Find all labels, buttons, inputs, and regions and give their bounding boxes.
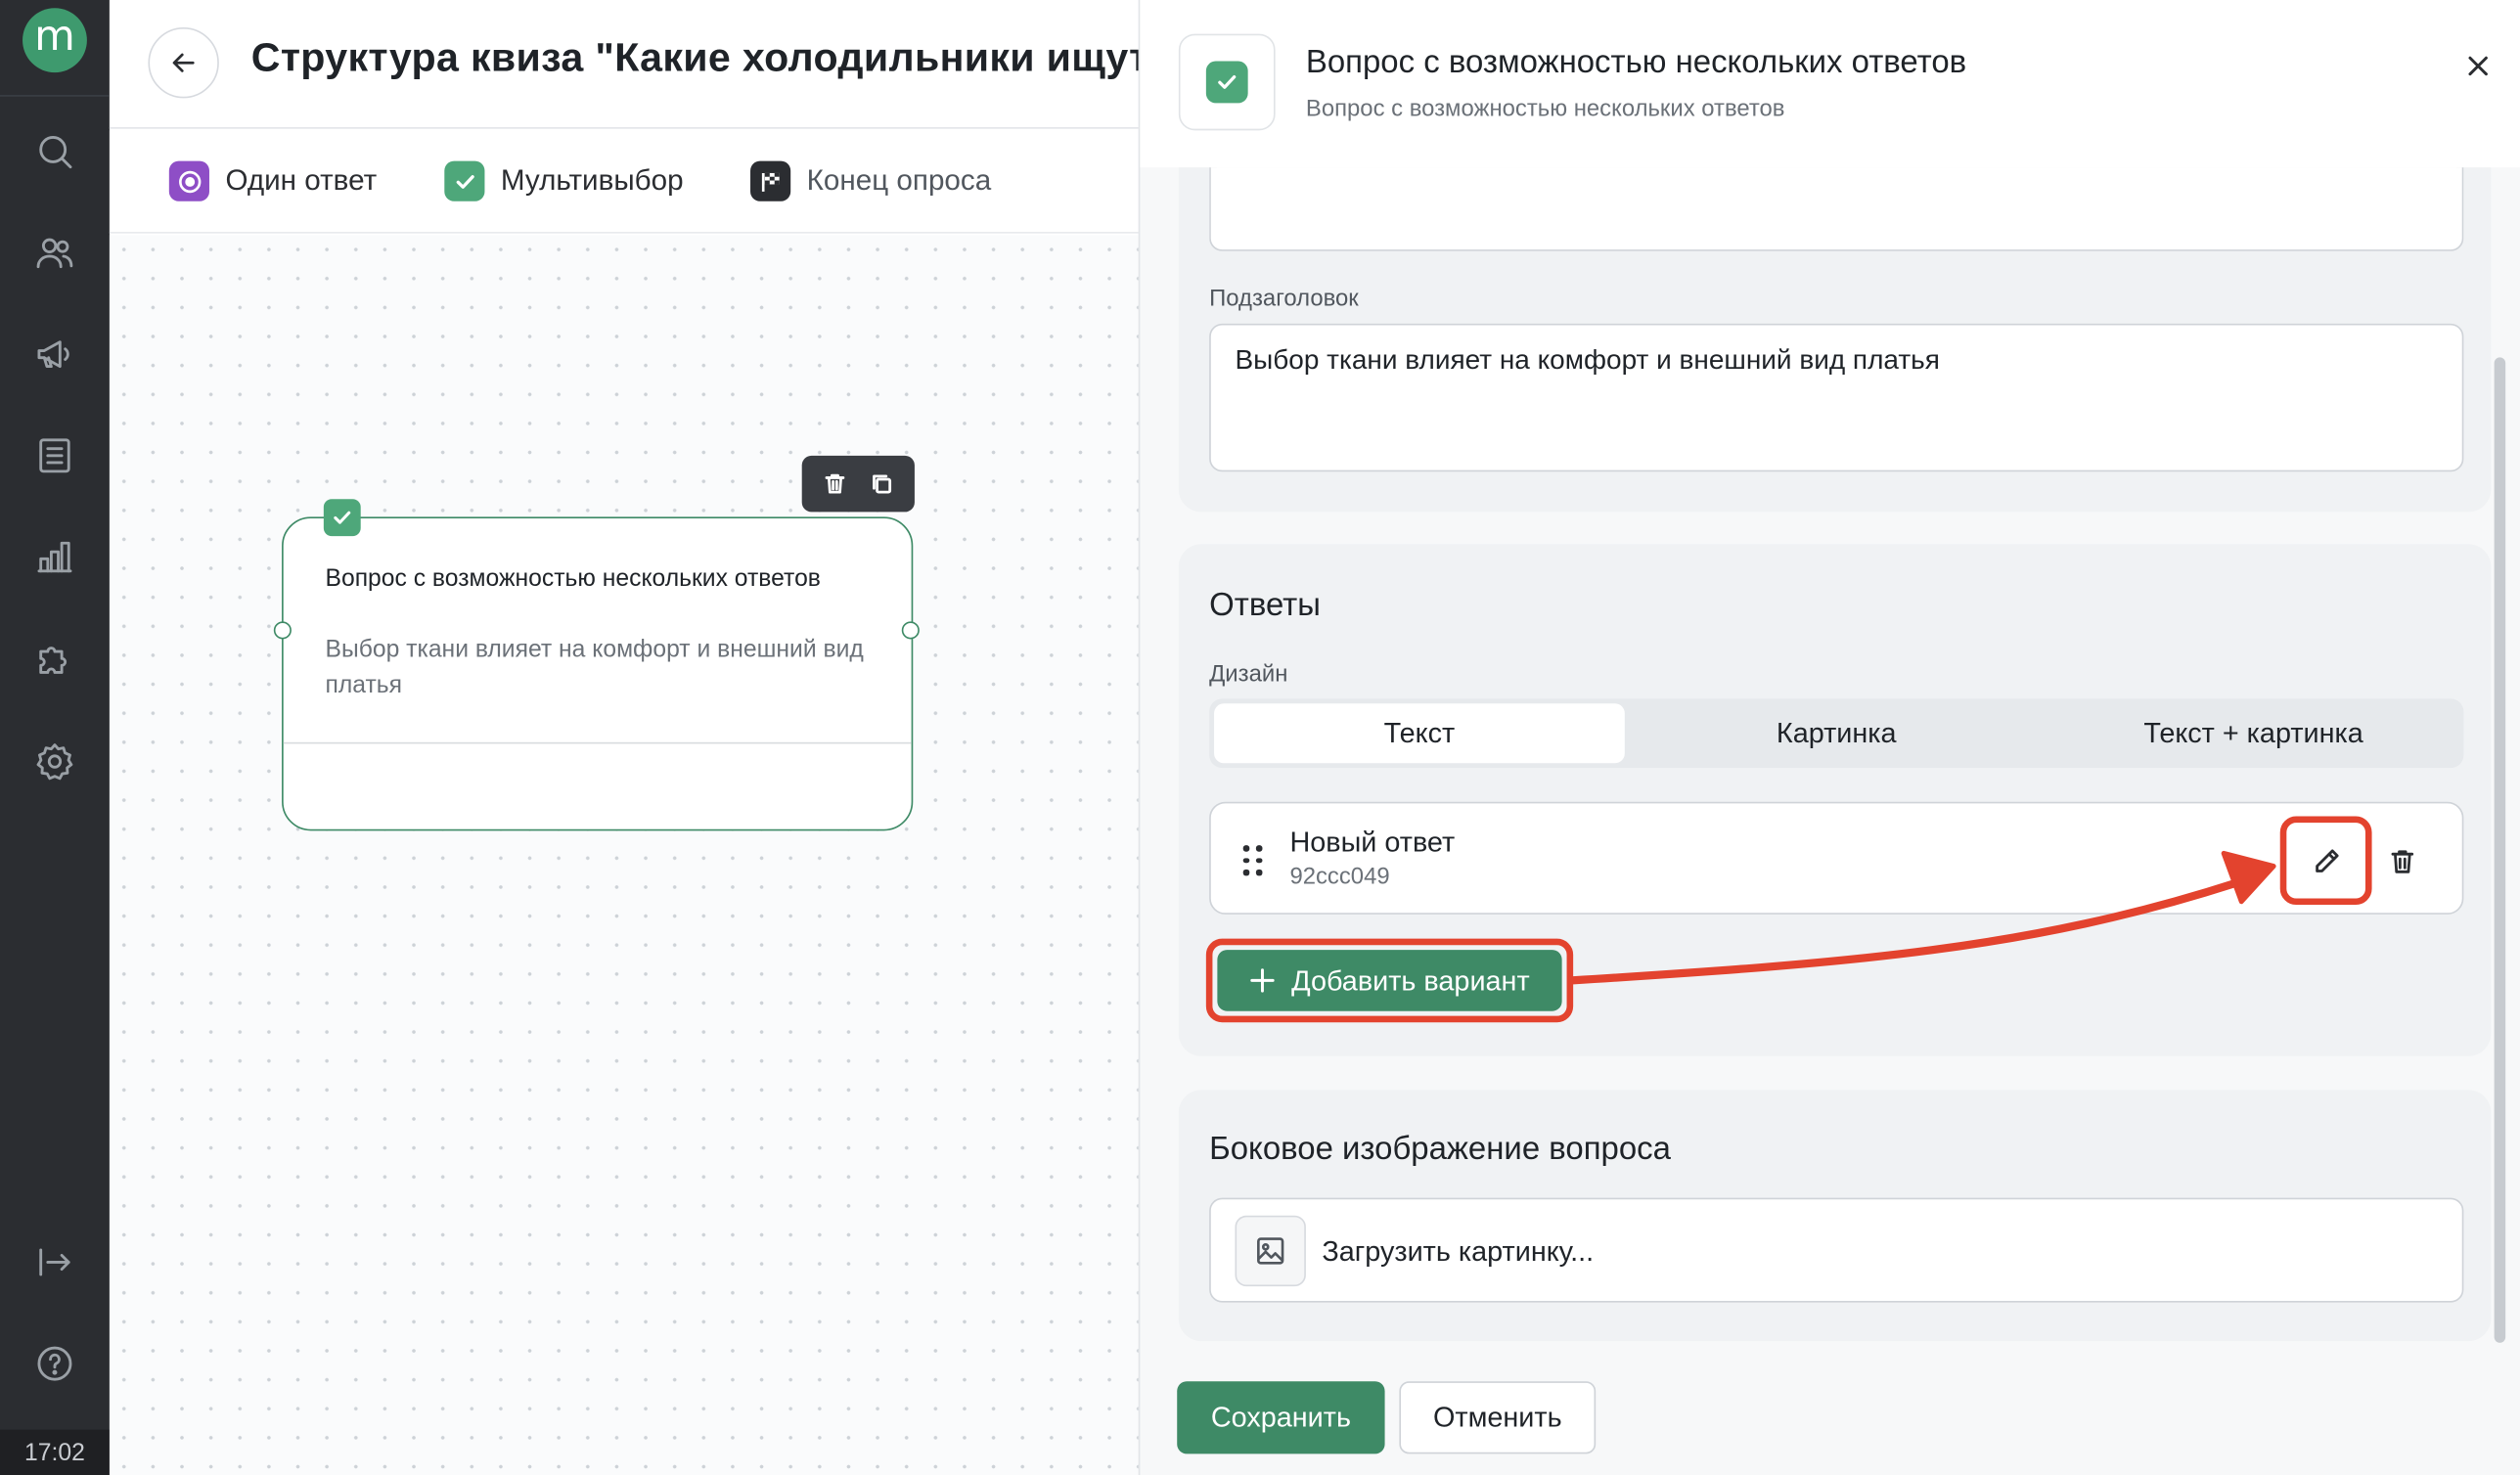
tool-multi-select[interactable]: Мультивыбор [444,160,684,201]
add-variant-highlight: Добавить вариант [1205,938,1574,1023]
tool-single-answer[interactable]: Один ответ [168,160,378,201]
save-button[interactable]: Сохранить [1177,1381,1385,1454]
gear-icon[interactable] [30,738,78,785]
title-field[interactable] [1209,167,2464,251]
node-actions [801,455,915,513]
logout-icon[interactable] [30,1238,78,1286]
question-card: Подзаголовок Выбор ткани влияет на комфо… [1178,167,2492,513]
tool-label: Один ответ [225,163,378,197]
panel-header: Вопрос с возможностью нескольких ответов… [1140,0,2520,168]
checkbox-icon [323,499,361,537]
trash-icon [2391,850,2414,873]
subheading-field[interactable]: Выбор ткани влияет на комфорт и внешний … [1209,323,2464,472]
subheading-label: Подзаголовок [1209,286,1359,313]
help-icon[interactable] [30,1339,78,1387]
upload-label: Загрузить картинку... [1322,1234,1595,1268]
design-label: Дизайн [1209,661,1288,688]
checkbox-icon [444,160,485,201]
node-handle-left[interactable] [273,621,292,640]
back-button[interactable] [148,26,219,99]
tool-label: Конец опроса [806,163,992,197]
node-title: Вопрос с возможностью нескольких ответов [325,564,821,593]
radio-icon [168,160,209,201]
drag-handle-icon[interactable] [1242,845,1263,877]
image-icon [1235,1215,1306,1287]
node-divider [283,741,912,744]
arrow-left-icon [172,53,195,72]
add-variant-label: Добавить вариант [1291,963,1530,997]
trash-icon[interactable] [823,471,847,496]
design-option-text[interactable]: Текст [1214,703,1625,764]
design-option-image[interactable]: Картинка [1631,703,2042,763]
plus-icon [1250,968,1275,993]
design-option-text-image[interactable]: Текст + картинка [2048,703,2459,763]
node-handle-right[interactable] [901,621,920,640]
node-subtitle: Выбор ткани влияет на комфорт и внешний … [325,636,864,699]
close-button[interactable] [2460,48,2496,83]
answer-id: 92ccc049 [1289,864,1390,891]
sidebar: m 17:02 [0,0,110,1475]
pencil-icon [2315,848,2338,872]
document-icon[interactable] [30,431,78,479]
flow-canvas[interactable] [109,235,1141,1475]
add-variant-button[interactable]: Добавить вариант [1217,950,1562,1011]
puzzle-icon[interactable] [30,635,78,683]
app-logo[interactable]: m [22,8,87,73]
answers-title: Ответы [1209,587,1321,624]
panel-subtitle: Вопрос с возможностью нескольких ответов [1305,96,1785,123]
tool-end-survey[interactable]: Конец опроса [750,160,992,201]
edit-answer-button[interactable] [2279,816,2372,906]
panel-scrollbar[interactable] [2494,357,2506,1343]
search-icon[interactable] [30,127,78,175]
users-icon[interactable] [30,229,78,277]
node-toolbar: Один ответ Мультивыбор Конец опроса [109,130,1141,234]
tool-label: Мультивыбор [500,163,684,197]
flag-icon [750,160,791,201]
answer-title: Новый ответ [1289,826,1456,859]
bar-chart-icon[interactable] [30,533,78,581]
sidebar-divider [0,95,110,97]
answer-item[interactable]: Новый ответ 92ccc049 [1209,801,2464,915]
panel-title: Вопрос с возможностью нескольких ответов [1305,45,1967,81]
side-image-title: Боковое изображение вопроса [1209,1132,1671,1168]
delete-answer-button[interactable] [2383,842,2422,881]
close-icon [2468,56,2488,76]
copy-icon[interactable] [870,471,894,496]
question-node[interactable]: Вопрос с возможностью нескольких ответов… [282,516,914,831]
upload-image-field[interactable]: Загрузить картинку... [1209,1197,2464,1303]
design-selector: Текст Картинка Текст + картинка [1209,698,2464,769]
subheading-value: Выбор ткани влияет на комфорт и внешний … [1235,344,1940,376]
cancel-button[interactable]: Отменить [1399,1381,1597,1454]
megaphone-icon[interactable] [30,330,78,378]
question-editor-panel: Вопрос с возможностью нескольких ответов… [1138,0,2520,1475]
page-header: Структура квиза "Какие холодильники ищут… [109,0,1220,129]
clock-time: 17:02 [0,1429,110,1475]
checkbox-icon [1178,33,1276,131]
page-title: Структура квиза "Какие холодильники ищут… [250,35,1221,81]
